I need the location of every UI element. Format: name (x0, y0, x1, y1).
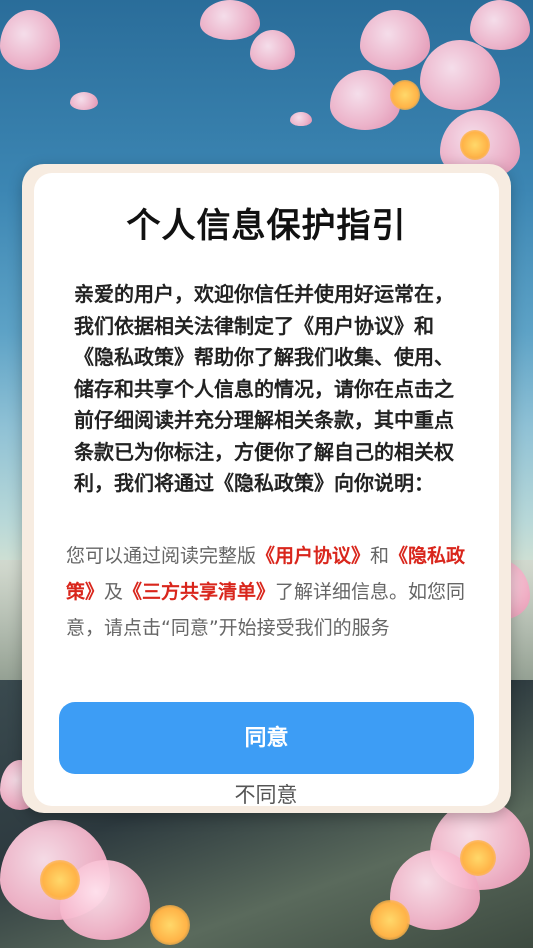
blossom-petal (290, 112, 312, 126)
secondary-text-part: 您可以通过阅读完整版 (66, 545, 257, 567)
blossom-petal (470, 0, 530, 50)
secondary-text-part: 和 (370, 545, 390, 567)
dialog-intro-text: 亲爱的用户，欢迎你信任并使用好运常在，我们依据相关法律制定了《用户协议》和《隐私… (74, 282, 454, 495)
third-party-sharing-list-link[interactable]: 《三方共享清单》 (123, 581, 275, 603)
blossom-center (40, 860, 80, 900)
blossom-petal (0, 10, 60, 70)
blossom-petal (200, 0, 260, 40)
blossom-center (460, 130, 490, 160)
blossom-petal (360, 10, 430, 70)
disagree-button[interactable]: 不同意 (166, 778, 366, 812)
user-agreement-link[interactable]: 《用户协议》 (256, 545, 370, 567)
blossom-center (150, 905, 190, 945)
dialog-secondary-text: 您可以通过阅读完整版《用户协议》和《隐私政策》及《三方共享清单》了解详细信息。如… (66, 538, 466, 646)
blossom-petal (330, 70, 400, 130)
blossom-center (390, 80, 420, 110)
secondary-text-part: 及 (104, 581, 124, 603)
blossom-petal (420, 40, 500, 110)
blossom-center (370, 900, 410, 940)
blossom-center (460, 840, 496, 876)
blossom-petal (250, 30, 295, 70)
agree-button[interactable]: 同意 (59, 702, 474, 774)
blossom-petal (70, 92, 98, 110)
dialog-title: 个人信息保护指引 (126, 206, 407, 246)
